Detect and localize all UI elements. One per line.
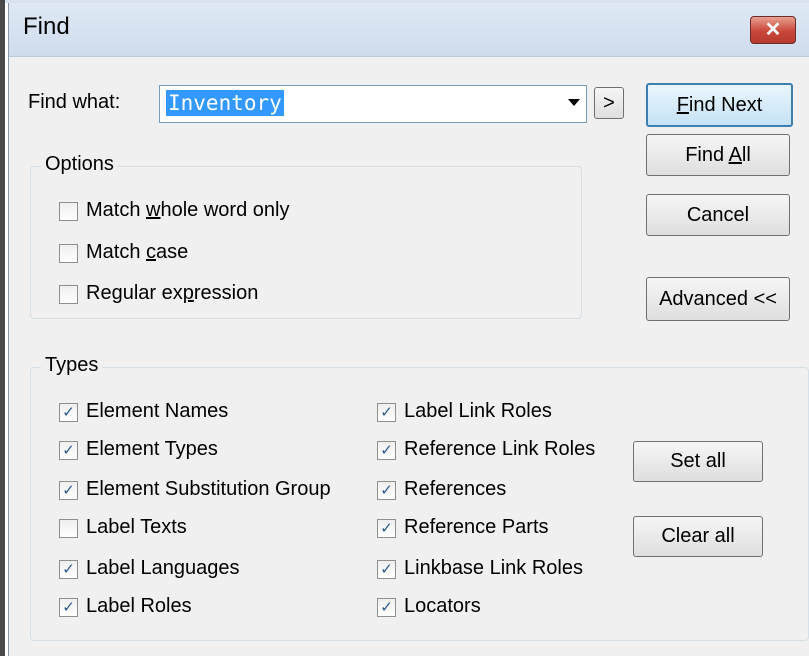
checkbox-label: Label Roles (86, 595, 192, 617)
checkmark-icon: ✓ (380, 442, 393, 459)
checkmark-icon: ✓ (62, 561, 75, 578)
checkbox-label: Element Names (86, 400, 229, 422)
checkbox-label: Linkbase Link Roles (404, 557, 583, 579)
checkmark-icon: ✓ (62, 599, 75, 616)
checkbox[interactable]: ✓ (59, 560, 78, 579)
checkbox[interactable]: ✓ (377, 403, 396, 422)
checkmark-icon: ✓ (380, 482, 393, 499)
checkbox-label: Reference Link Roles (404, 438, 596, 460)
advanced-label: Advanced << (659, 288, 777, 310)
checkbox-label: Label Languages (86, 557, 240, 579)
find-all-button[interactable]: Find All (646, 134, 790, 176)
checkbox-label: Regular expression (86, 282, 259, 304)
cancel-label: Cancel (686, 204, 750, 226)
checkmark-icon: ✓ (62, 404, 75, 421)
clear-all-label: Clear all (661, 525, 735, 547)
find-next-label: Find Next (676, 94, 763, 116)
checkbox-label: Reference Parts (404, 516, 549, 538)
find-what-input[interactable]: Inventory (166, 90, 284, 116)
checkbox[interactable]: ✓ (59, 481, 78, 500)
window-title: Find (23, 13, 70, 40)
find-what-combobox[interactable]: Inventory (159, 85, 587, 123)
checkmark-icon: ✓ (62, 482, 75, 499)
checkbox[interactable]: ✓ (377, 598, 396, 617)
chevron-down-icon[interactable] (568, 99, 580, 106)
checkbox[interactable]: ✓ (59, 598, 78, 617)
find-all-label: Find All (685, 144, 751, 166)
find-history-button[interactable]: > (594, 87, 624, 119)
checkmark-icon: ✓ (62, 442, 75, 459)
advanced-toggle-button[interactable]: Advanced << (646, 277, 790, 321)
checkbox-label: Element Substitution Group (86, 478, 331, 500)
checkbox[interactable]: ✓ (59, 403, 78, 422)
checkbox[interactable] (59, 244, 78, 263)
close-button[interactable]: ✕ (750, 16, 796, 44)
checkbox[interactable] (59, 285, 78, 304)
checkbox-label: Match whole word only (86, 199, 290, 221)
checkbox[interactable]: ✓ (59, 441, 78, 460)
checkbox[interactable]: ✓ (377, 481, 396, 500)
cancel-button[interactable]: Cancel (646, 194, 790, 236)
checkmark-icon: ✓ (380, 599, 393, 616)
checkbox[interactable]: ✓ (377, 519, 396, 538)
checkmark-icon: ✓ (380, 520, 393, 537)
checkbox-label: References (404, 478, 507, 500)
find-dialog: Find ✕ Find what: Inventory > Find Next … (8, 3, 809, 656)
checkbox-label: Element Types (86, 438, 218, 460)
checkmark-icon: ✓ (380, 404, 393, 421)
checkbox-label: Locators (404, 595, 481, 617)
set-all-label: Set all (670, 450, 726, 472)
options-group-title: Options (41, 153, 118, 176)
find-what-label: Find what: (28, 91, 121, 113)
checkmark-icon: ✓ (380, 561, 393, 578)
checkbox[interactable]: ✓ (377, 560, 396, 579)
options-group: Options Match whole word only Match case R… (30, 153, 582, 319)
checkbox-label: Match case (86, 241, 189, 263)
clear-all-button[interactable]: Clear all (633, 516, 763, 557)
background-window-edge-left (0, 0, 5, 656)
close-icon: ✕ (764, 19, 782, 41)
checkbox[interactable] (59, 202, 78, 221)
title-bar[interactable]: Find ✕ (9, 3, 809, 57)
checkbox[interactable] (59, 519, 78, 538)
find-next-button[interactable]: Find Next (646, 83, 793, 127)
checkbox-label: Label Link Roles (404, 400, 552, 422)
types-group: Types ✓ Element Names ✓ Element Types ✓ Eleme… (30, 354, 809, 641)
types-group-title: Types (41, 354, 103, 377)
set-all-button[interactable]: Set all (633, 441, 763, 482)
checkbox[interactable]: ✓ (377, 441, 396, 460)
checkbox-label: Label Texts (86, 516, 187, 538)
find-history-button-label: > (603, 92, 615, 114)
